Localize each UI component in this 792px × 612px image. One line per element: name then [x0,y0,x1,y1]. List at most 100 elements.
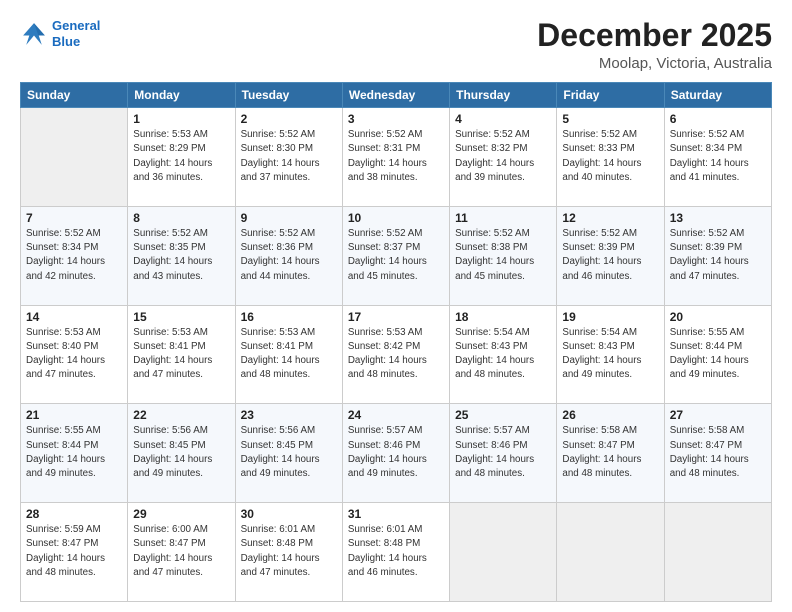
calendar-header-row: Sunday Monday Tuesday Wednesday Thursday… [21,83,772,108]
day-info: Sunrise: 5:59 AMSunset: 8:47 PMDaylight:… [26,523,122,580]
day-info: Sunrise: 5:53 AMSunset: 8:40 PMDaylight:… [26,326,122,383]
table-row: 24 Sunrise: 5:57 AMSunset: 8:46 PMDayligh… [342,404,449,503]
day-info: Sunrise: 6:01 AMSunset: 8:48 PMDaylight:… [241,523,337,580]
calendar-week-row: 28 Sunrise: 5:59 AMSunset: 8:47 PMDayligh… [21,503,772,602]
day-info: Sunrise: 6:01 AMSunset: 8:48 PMDaylight:… [348,523,444,580]
col-sunday: Sunday [21,83,128,108]
day-info: Sunrise: 5:54 AMSunset: 8:43 PMDaylight:… [562,326,658,383]
day-info: Sunrise: 5:52 AMSunset: 8:30 PMDaylight:… [241,128,337,185]
table-row: 30 Sunrise: 6:01 AMSunset: 8:48 PMDayligh… [235,503,342,602]
table-row: 1 Sunrise: 5:53 AMSunset: 8:29 PMDaylight… [128,108,235,207]
day-number: 28 [26,507,122,521]
table-row: 16 Sunrise: 5:53 AMSunset: 8:41 PMDayligh… [235,305,342,404]
table-row: 14 Sunrise: 5:53 AMSunset: 8:40 PMDayligh… [21,305,128,404]
table-row: 8 Sunrise: 5:52 AMSunset: 8:35 PMDaylight… [128,206,235,305]
page: General Blue December 2025 Moolap, Victo… [0,0,792,612]
day-info: Sunrise: 5:52 AMSunset: 8:34 PMDaylight:… [670,128,766,185]
day-number: 18 [455,310,551,324]
col-tuesday: Tuesday [235,83,342,108]
table-row: 28 Sunrise: 5:59 AMSunset: 8:47 PMDayligh… [21,503,128,602]
table-row: 4 Sunrise: 5:52 AMSunset: 8:32 PMDaylight… [450,108,557,207]
day-info: Sunrise: 5:57 AMSunset: 8:46 PMDaylight:… [348,424,444,481]
day-info: Sunrise: 5:56 AMSunset: 8:45 PMDaylight:… [241,424,337,481]
day-info: Sunrise: 5:54 AMSunset: 8:43 PMDaylight:… [455,326,551,383]
day-number: 5 [562,112,658,126]
table-row: 20Sunrise: 5:55 AMSunset: 8:44 PMDayligh… [664,305,771,404]
table-row: 26 Sunrise: 5:58 AMSunset: 8:47 PMDayligh… [557,404,664,503]
table-row: 21Sunrise: 5:55 AMSunset: 8:44 PMDayligh… [21,404,128,503]
table-row [21,108,128,207]
logo-icon [20,20,48,48]
calendar-table: Sunday Monday Tuesday Wednesday Thursday… [20,82,772,602]
day-info: Sunrise: 5:58 AMSunset: 8:47 PMDaylight:… [670,424,766,481]
day-number: 1 [133,112,229,126]
table-row: 11 Sunrise: 5:52 AMSunset: 8:38 PMDayligh… [450,206,557,305]
day-info: Sunrise: 6:00 AMSunset: 8:47 PMDaylight:… [133,523,229,580]
day-number: 26 [562,408,658,422]
day-number: 7 [26,211,122,225]
table-row: 27 Sunrise: 5:58 AMSunset: 8:47 PMDayligh… [664,404,771,503]
table-row: 25Sunrise: 5:57 AMSunset: 8:46 PMDayligh… [450,404,557,503]
day-number: 4 [455,112,551,126]
table-row: 12Sunrise: 5:52 AMSunset: 8:39 PMDayligh… [557,206,664,305]
day-info: Sunrise: 5:52 AMSunset: 8:34 PMDaylight:… [26,227,122,284]
calendar-week-row: 21Sunrise: 5:55 AMSunset: 8:44 PMDayligh… [21,404,772,503]
col-wednesday: Wednesday [342,83,449,108]
calendar-body: 1 Sunrise: 5:53 AMSunset: 8:29 PMDaylight… [21,108,772,602]
day-number: 27 [670,408,766,422]
day-number: 16 [241,310,337,324]
day-number: 10 [348,211,444,225]
table-row: 6Sunrise: 5:52 AMSunset: 8:34 PMDaylight… [664,108,771,207]
day-info: Sunrise: 5:56 AMSunset: 8:45 PMDaylight:… [133,424,229,481]
day-info: Sunrise: 5:52 AMSunset: 8:35 PMDaylight:… [133,227,229,284]
day-info: Sunrise: 5:52 AMSunset: 8:38 PMDaylight:… [455,227,551,284]
day-info: Sunrise: 5:52 AMSunset: 8:33 PMDaylight:… [562,128,658,185]
day-info: Sunrise: 5:52 AMSunset: 8:37 PMDaylight:… [348,227,444,284]
col-friday: Friday [557,83,664,108]
day-info: Sunrise: 5:57 AMSunset: 8:46 PMDaylight:… [455,424,551,481]
day-info: Sunrise: 5:52 AMSunset: 8:39 PMDaylight:… [670,227,766,284]
logo-text: General Blue [52,18,100,49]
day-info: Sunrise: 5:52 AMSunset: 8:39 PMDaylight:… [562,227,658,284]
logo-line1: General [52,18,100,33]
table-row: 5 Sunrise: 5:52 AMSunset: 8:33 PMDaylight… [557,108,664,207]
day-info: Sunrise: 5:52 AMSunset: 8:36 PMDaylight:… [241,227,337,284]
day-info: Sunrise: 5:53 AMSunset: 8:29 PMDaylight:… [133,128,229,185]
table-row: 23 Sunrise: 5:56 AMSunset: 8:45 PMDayligh… [235,404,342,503]
day-number: 20 [670,310,766,324]
table-row: 13 Sunrise: 5:52 AMSunset: 8:39 PMDayligh… [664,206,771,305]
day-number: 21 [26,408,122,422]
day-number: 8 [133,211,229,225]
table-row [664,503,771,602]
day-info: Sunrise: 5:53 AMSunset: 8:41 PMDaylight:… [133,326,229,383]
table-row: 19 Sunrise: 5:54 AMSunset: 8:43 PMDayligh… [557,305,664,404]
table-row: 15 Sunrise: 5:53 AMSunset: 8:41 PMDayligh… [128,305,235,404]
day-number: 23 [241,408,337,422]
day-number: 19 [562,310,658,324]
day-info: Sunrise: 5:53 AMSunset: 8:42 PMDaylight:… [348,326,444,383]
table-row [557,503,664,602]
calendar-week-row: 14 Sunrise: 5:53 AMSunset: 8:40 PMDayligh… [21,305,772,404]
day-number: 29 [133,507,229,521]
subtitle: Moolap, Victoria, Australia [537,55,772,72]
day-info: Sunrise: 5:52 AMSunset: 8:31 PMDaylight:… [348,128,444,185]
day-info: Sunrise: 5:52 AMSunset: 8:32 PMDaylight:… [455,128,551,185]
day-number: 14 [26,310,122,324]
calendar-week-row: 1 Sunrise: 5:53 AMSunset: 8:29 PMDaylight… [21,108,772,207]
day-info: Sunrise: 5:53 AMSunset: 8:41 PMDaylight:… [241,326,337,383]
day-info: Sunrise: 5:58 AMSunset: 8:47 PMDaylight:… [562,424,658,481]
table-row: 22 Sunrise: 5:56 AMSunset: 8:45 PMDayligh… [128,404,235,503]
logo-line2: Blue [52,34,80,49]
day-number: 30 [241,507,337,521]
table-row: 3Sunrise: 5:52 AMSunset: 8:31 PMDaylight… [342,108,449,207]
main-title: December 2025 [537,18,772,53]
calendar-week-row: 7 Sunrise: 5:52 AMSunset: 8:34 PMDaylight… [21,206,772,305]
day-number: 24 [348,408,444,422]
day-number: 11 [455,211,551,225]
table-row [450,503,557,602]
table-row: 17Sunrise: 5:53 AMSunset: 8:42 PMDayligh… [342,305,449,404]
day-number: 13 [670,211,766,225]
title-block: December 2025 Moolap, Victoria, Australi… [537,18,772,72]
day-number: 22 [133,408,229,422]
day-number: 15 [133,310,229,324]
